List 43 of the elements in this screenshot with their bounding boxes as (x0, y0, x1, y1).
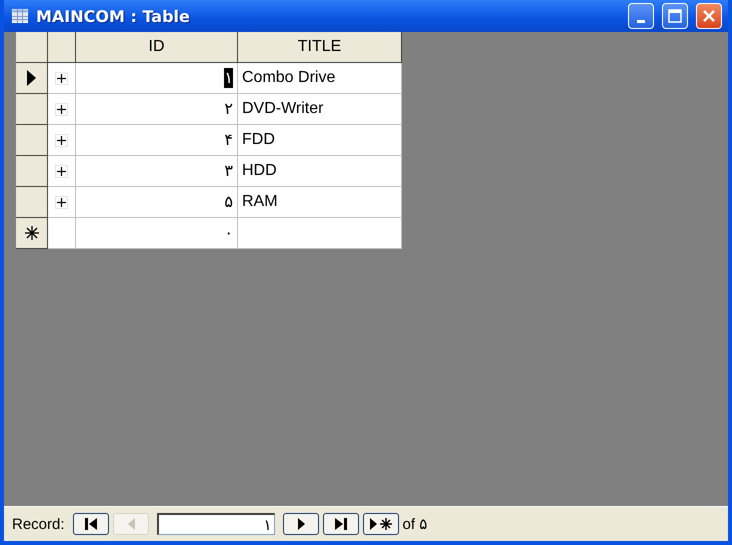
current-row-icon (27, 70, 36, 86)
row-selector[interactable] (16, 218, 48, 249)
new-record-button[interactable] (362, 513, 399, 535)
table-cell: ۴ (76, 125, 238, 156)
table-cell: ۳ (76, 156, 238, 187)
table-cell: FDD (238, 125, 402, 156)
row-selector[interactable] (16, 125, 48, 156)
row-selector[interactable] (16, 156, 48, 187)
row-selector[interactable] (16, 187, 48, 218)
record-number-field[interactable]: ۱ (156, 513, 275, 535)
maximize-icon (668, 9, 682, 23)
column-header[interactable]: ID (76, 32, 238, 63)
close-button[interactable] (696, 3, 722, 29)
record-label: Record: (12, 516, 65, 532)
new-row-icon (24, 225, 40, 241)
expand-icon[interactable] (55, 102, 68, 116)
expand-icon[interactable] (55, 164, 68, 178)
table-cell: ۵ (76, 187, 238, 218)
window-title: MAINCOM : Table (36, 6, 191, 26)
table-icon (12, 9, 28, 23)
minimize-button[interactable] (628, 3, 654, 29)
row-selector[interactable] (16, 94, 48, 125)
expand-icon[interactable] (55, 196, 68, 208)
minimize-icon (637, 20, 645, 22)
column-header[interactable]: TITLE (238, 32, 402, 63)
table-cell: ۱ (76, 63, 238, 94)
table-cell: RAM (238, 187, 402, 218)
next-record-button[interactable] (282, 513, 319, 535)
first-record-button[interactable] (72, 513, 109, 535)
new-record-icon (368, 515, 394, 533)
table-cell: Combo Drive (238, 63, 402, 94)
maximize-button[interactable] (662, 3, 688, 29)
table-cell: ۲ (76, 94, 238, 125)
table-cell: DVD-Writer (238, 94, 402, 125)
corner-cell (16, 32, 48, 63)
close-icon (702, 9, 716, 23)
last-record-button[interactable] (322, 513, 359, 535)
table-cell: HDD (238, 156, 402, 187)
table-cell: ۰ (76, 218, 238, 249)
expand-icon[interactable] (55, 72, 68, 84)
row-selector[interactable] (16, 63, 48, 94)
expand-icon[interactable] (55, 134, 68, 146)
header-cell (48, 32, 76, 63)
